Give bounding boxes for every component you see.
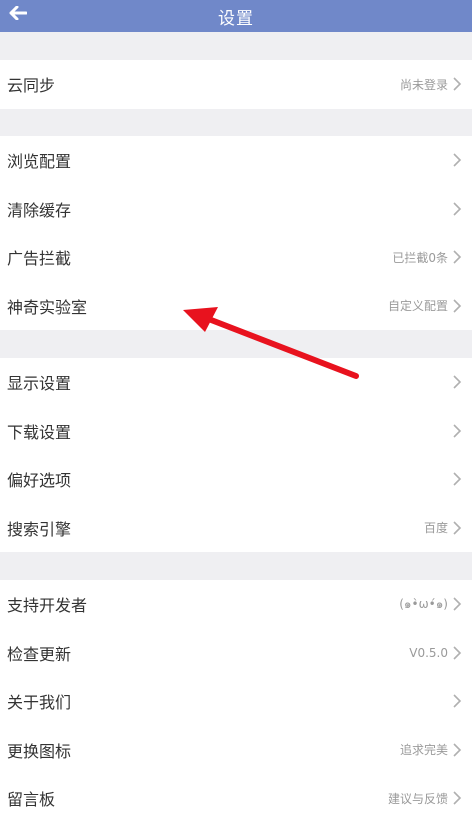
row-value: 尚未登录 (399, 77, 448, 92)
settings-group-browsing: 浏览配置 清除缓存 广告拦截 已拦截0条 神奇实验室 自定义配置 (0, 136, 472, 330)
chevron-right-icon (452, 645, 462, 661)
chevron-right-icon (452, 693, 462, 709)
settings-group-account: 云同步 尚未登录 (0, 60, 472, 109)
page-title: 设置 (218, 8, 254, 29)
chevron-right-icon (452, 374, 462, 390)
row-value: V0.5.0 (409, 645, 448, 660)
chevron-right-icon (452, 298, 462, 314)
row-ad-block[interactable]: 广告拦截 已拦截0条 (0, 233, 472, 282)
row-label: 留言板 (7, 790, 56, 810)
row-clear-cache[interactable]: 清除缓存 (0, 185, 472, 234)
row-label: 关于我们 (7, 693, 72, 713)
row-value: 追求完美 (399, 743, 448, 758)
chevron-right-icon (452, 249, 462, 265)
row-check-update[interactable]: 检查更新 V0.5.0 (0, 629, 472, 678)
row-label: 检查更新 (7, 644, 72, 664)
chevron-right-icon (452, 596, 462, 612)
row-change-icon[interactable]: 更换图标 追求完美 (0, 726, 472, 775)
row-label: 浏览配置 (7, 152, 72, 172)
settings-group-about: 支持开发者 (๑•̀ω•́๑) 检查更新 V0.5.0 关于我们 更换图标 追求… (0, 580, 472, 823)
app-header: 设置 (0, 0, 472, 32)
row-download-settings[interactable]: 下载设置 (0, 407, 472, 456)
row-preferences[interactable]: 偏好选项 (0, 455, 472, 504)
row-label: 神奇实验室 (7, 297, 88, 317)
chevron-right-icon (452, 742, 462, 758)
row-value: 自定义配置 (387, 299, 448, 314)
chevron-right-icon (452, 471, 462, 487)
row-label: 云同步 (7, 76, 56, 96)
row-value: 已拦截0条 (392, 250, 448, 265)
settings-group-preferences: 显示设置 下载设置 偏好选项 搜索引擎 百度 (0, 358, 472, 552)
row-label: 偏好选项 (7, 471, 72, 491)
row-magic-lab[interactable]: 神奇实验室 自定义配置 (0, 282, 472, 331)
row-label: 支持开发者 (7, 596, 88, 616)
row-value: (๑•̀ω•́๑) (399, 596, 448, 611)
row-search-engine[interactable]: 搜索引擎 百度 (0, 504, 472, 553)
chevron-right-icon (452, 423, 462, 439)
row-label: 广告拦截 (7, 249, 72, 269)
row-value: 建议与反馈 (387, 791, 448, 806)
row-value: 百度 (423, 521, 448, 536)
chevron-right-icon (452, 790, 462, 806)
row-message-board[interactable]: 留言板 建议与反馈 (0, 774, 472, 823)
row-about-us[interactable]: 关于我们 (0, 677, 472, 726)
row-label: 搜索引擎 (7, 519, 72, 539)
chevron-right-icon (452, 152, 462, 168)
chevron-right-icon (452, 76, 462, 92)
row-label: 下载设置 (7, 422, 72, 442)
row-label: 清除缓存 (7, 200, 72, 220)
row-display-settings[interactable]: 显示设置 (0, 358, 472, 407)
row-support-developer[interactable]: 支持开发者 (๑•̀ω•́๑) (0, 580, 472, 629)
chevron-right-icon (452, 520, 462, 536)
back-arrow-icon (9, 6, 27, 20)
row-browse-config[interactable]: 浏览配置 (0, 136, 472, 185)
row-label: 更换图标 (7, 741, 72, 761)
chevron-right-icon (452, 201, 462, 217)
back-button[interactable] (4, 0, 32, 26)
row-cloud-sync[interactable]: 云同步 尚未登录 (0, 60, 472, 109)
row-label: 显示设置 (7, 374, 72, 394)
